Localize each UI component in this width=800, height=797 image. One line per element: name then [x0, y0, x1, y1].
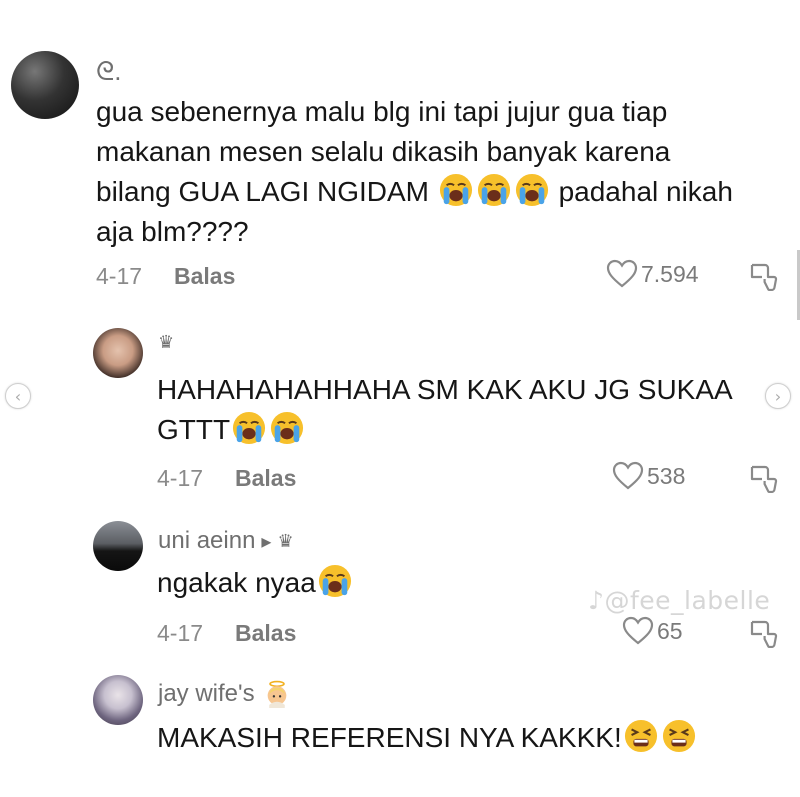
heart-outline-icon [622, 616, 654, 645]
loudly-crying-face-emoji [318, 564, 352, 598]
heart-outline-icon [606, 259, 638, 288]
reply-button[interactable]: Balas [235, 620, 296, 647]
reply-button[interactable]: Balas [174, 263, 235, 290]
baby-angel-emoji [263, 680, 291, 708]
carousel-prev-arrow-icon[interactable]: ‹ [5, 383, 31, 409]
avatar[interactable] [93, 675, 143, 725]
loudly-crying-face-emoji [232, 411, 266, 445]
comment-username[interactable]: ♛ [158, 332, 174, 353]
comment-date: 4-17 [157, 465, 204, 491]
thumb-down-icon[interactable] [748, 618, 778, 648]
comment-username[interactable]: ᘓ. [96, 56, 122, 88]
loudly-crying-face-emoji [439, 173, 473, 207]
like-button[interactable]: 7.594 [606, 259, 699, 289]
like-button[interactable]: 65 [622, 616, 683, 646]
like-button[interactable]: 538 [612, 461, 685, 491]
tired-face-emoji [662, 719, 696, 753]
reply-button[interactable]: Balas [235, 465, 296, 492]
carousel-next-arrow-icon[interactable]: › [765, 383, 791, 409]
comment-text: ngakak nyaa [157, 563, 354, 603]
thumb-down-icon[interactable] [748, 261, 778, 291]
avatar[interactable] [93, 521, 143, 571]
reply-to-arrow-icon: ▸ [261, 530, 272, 553]
tired-face-emoji [624, 719, 658, 753]
crown-badge-icon: ♛ [158, 332, 175, 352]
avatar[interactable] [11, 51, 79, 119]
like-count: 65 [657, 617, 683, 644]
heart-outline-icon [612, 461, 644, 490]
tiktok-watermark: ♪@fee_labelle [588, 586, 771, 615]
avatar[interactable] [93, 328, 143, 378]
comment-text: gua sebenernya malu blg ini tapi jujur g… [96, 96, 733, 247]
loudly-crying-face-emoji [477, 173, 511, 207]
comment-username[interactable]: jay wife's [158, 680, 293, 708]
comment-date: 4-17 [157, 620, 204, 646]
comment-text: HAHAHAHAHHAHA SM KAK AKU JG SUKAA GTTT [157, 374, 733, 445]
comment-date: 4-17 [96, 263, 143, 289]
loudly-crying-face-emoji [515, 173, 549, 207]
comment-username[interactable]: uni aeinn ▸ ♛ [158, 527, 294, 555]
like-count: 538 [647, 462, 686, 489]
thumb-down-icon[interactable] [748, 463, 778, 493]
comment-text: MAKASIH REFERENSI NYA KAKKK! [157, 718, 698, 758]
crown-badge-icon: ♛ [277, 530, 294, 551]
loudly-crying-face-emoji [270, 411, 304, 445]
like-count: 7.594 [641, 260, 699, 287]
